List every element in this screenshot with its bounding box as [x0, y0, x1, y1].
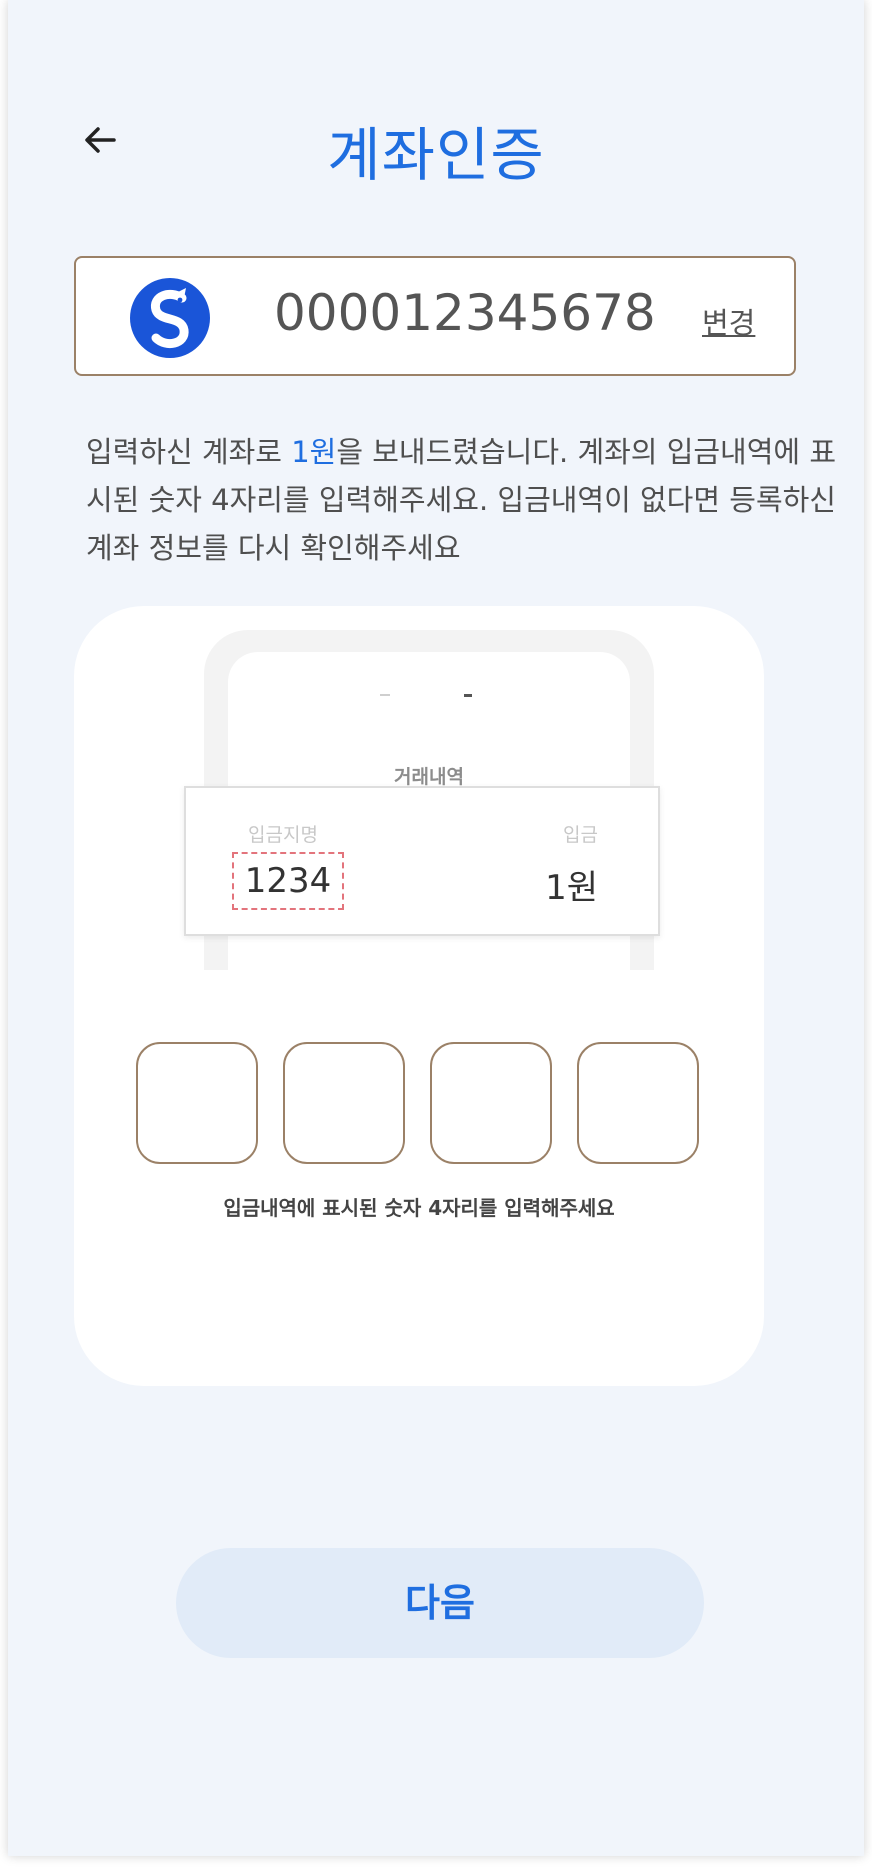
code-hint: 입금내역에 표시된 숫자 4자리를 입력해주세요 [223, 1196, 615, 1220]
instruction-text: 입력하신 계좌로 1원을 보내드렸습니다. 계좌의 입금내역에 표시된 숫자 4… [86, 428, 856, 572]
instruction-part1: 입력하신 계좌로 [86, 435, 292, 469]
deposit-label: 입금 [563, 824, 598, 846]
page-title: 계좌인증 [327, 121, 545, 189]
phone-screen-title: 거래내역 [394, 766, 464, 788]
code-input-group [136, 1042, 700, 1164]
code-digit-3[interactable] [430, 1042, 552, 1164]
transaction-card: 입금지명 입금 1234 1원 [184, 786, 660, 936]
code-digit-1[interactable] [136, 1042, 258, 1164]
account-verification-screen: 계좌인증 000012345678 변경 입력하신 계좌로 1원을 보내드렸습니… [8, 0, 864, 1856]
phone-status-dash [464, 694, 472, 697]
bank-logo [130, 278, 210, 358]
next-button[interactable]: 다음 [176, 1548, 704, 1658]
phone-status-dash [380, 694, 390, 696]
change-account-link[interactable]: 변경 [702, 300, 755, 342]
depositor-label: 입금지명 [248, 824, 318, 846]
code-digit-4[interactable] [577, 1042, 699, 1164]
code-example: 1234 [232, 852, 344, 910]
instruction-highlight: 1원 [291, 435, 337, 469]
verification-panel: 거래내역 입금지명 입금 1234 1원 입금내역에 표시된 숫자 4자리를 입… [74, 606, 764, 1386]
account-number: 000012345678 [274, 284, 656, 342]
deposit-amount: 1원 [545, 868, 598, 908]
code-digit-2[interactable] [283, 1042, 405, 1164]
account-card: 000012345678 변경 [74, 256, 796, 376]
